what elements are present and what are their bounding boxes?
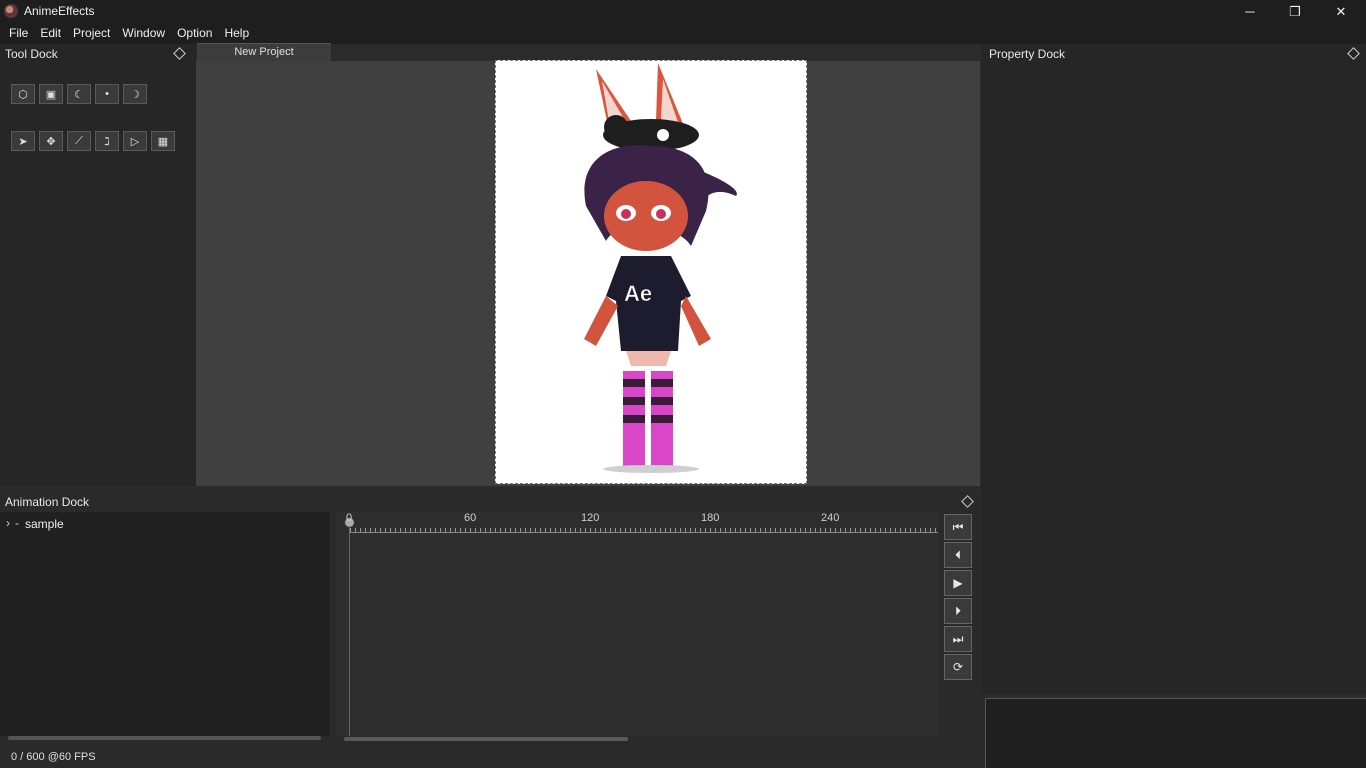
bone-tool-icon[interactable]: ⟋	[67, 131, 91, 151]
timeline-tick: 120	[581, 512, 600, 524]
skip-to-end-icon[interactable]: ⏭	[944, 626, 972, 652]
animation-dock-title: Animation Dock	[5, 495, 90, 509]
move-tool-icon[interactable]: ✥	[39, 131, 63, 151]
timeline-ruler	[350, 532, 938, 533]
cursor-tool-icon[interactable]: ➤	[11, 131, 35, 151]
menu-option[interactable]: Option	[171, 23, 218, 44]
menu-edit[interactable]: Edit	[34, 23, 67, 44]
character-illustration: Ae	[584, 63, 737, 473]
status-bar: 0 / 600 @60 FPS	[0, 748, 980, 768]
menu-window[interactable]: Window	[116, 23, 171, 44]
property-sub-panel	[985, 698, 1366, 768]
layer-tree[interactable]: › - sample	[0, 512, 330, 740]
mesh-tool-icon[interactable]: ▷	[123, 131, 147, 151]
timeline-tick: 60	[464, 512, 477, 524]
timeline-tick: 180	[701, 512, 720, 524]
pose-tool-icon[interactable]: ℷ	[95, 131, 119, 151]
tree-item-sample[interactable]: sample	[25, 517, 64, 531]
dock-float-icon[interactable]	[173, 47, 186, 60]
close-button[interactable]: ✕	[1318, 0, 1364, 23]
cube-icon[interactable]: ⬡	[11, 84, 35, 104]
timeline-scrollbar[interactable]	[344, 737, 628, 741]
moon-right-icon[interactable]: ☽	[123, 84, 147, 104]
property-dock: Property Dock	[981, 44, 1366, 694]
tree-branch-icon: -	[15, 516, 19, 530]
timeline-tick: 240	[821, 512, 840, 524]
ruler-ticks	[350, 528, 938, 532]
app-icon	[4, 4, 18, 18]
menu-file[interactable]: File	[3, 23, 34, 44]
step-back-icon[interactable]: ⏴	[944, 542, 972, 568]
tool-dock: Tool Dock ⬡ ▣ ☾ • ☽ ➤ ✥ ⟋ ℷ ▷ ▦	[0, 44, 196, 486]
dock-float-icon[interactable]	[1347, 47, 1360, 60]
timeline[interactable]	[336, 512, 938, 741]
dot-icon[interactable]: •	[95, 84, 119, 104]
dock-float-icon[interactable]	[961, 495, 974, 508]
tree-scrollbar[interactable]	[8, 736, 321, 740]
menu-bar: File Edit Project Window Option Help	[0, 23, 1366, 44]
ffd-tool-icon[interactable]: ▦	[151, 131, 175, 151]
minimize-button[interactable]: ─	[1227, 0, 1273, 23]
play-icon[interactable]: ▶	[944, 570, 972, 596]
title-bar: AnimeEffects ─ ❐ ✕	[0, 0, 1366, 23]
step-forward-icon[interactable]: ⏵	[944, 598, 972, 624]
canvas[interactable]: Ae	[495, 60, 807, 484]
tab-new-project[interactable]: New Project	[197, 43, 331, 61]
maximize-button[interactable]: ❐	[1272, 0, 1318, 23]
moon-left-icon[interactable]: ☾	[67, 84, 91, 104]
loop-icon[interactable]: ⟳	[944, 654, 972, 680]
timeline-tick: 0	[346, 512, 353, 524]
menu-project[interactable]: Project	[67, 23, 116, 44]
property-dock-title: Property Dock	[989, 47, 1066, 61]
tool-dock-title: Tool Dock	[5, 47, 58, 61]
app-title: AnimeEffects	[24, 4, 95, 18]
chevron-right-icon[interactable]: ›	[6, 516, 10, 530]
shirt-text: Ae	[624, 281, 652, 306]
skip-to-start-icon[interactable]: ⏮	[944, 514, 972, 540]
playhead-line	[349, 526, 350, 736]
image-icon[interactable]: ▣	[39, 84, 63, 104]
menu-help[interactable]: Help	[218, 23, 255, 44]
frame-status: 0 / 600 @60 FPS	[11, 751, 96, 763]
